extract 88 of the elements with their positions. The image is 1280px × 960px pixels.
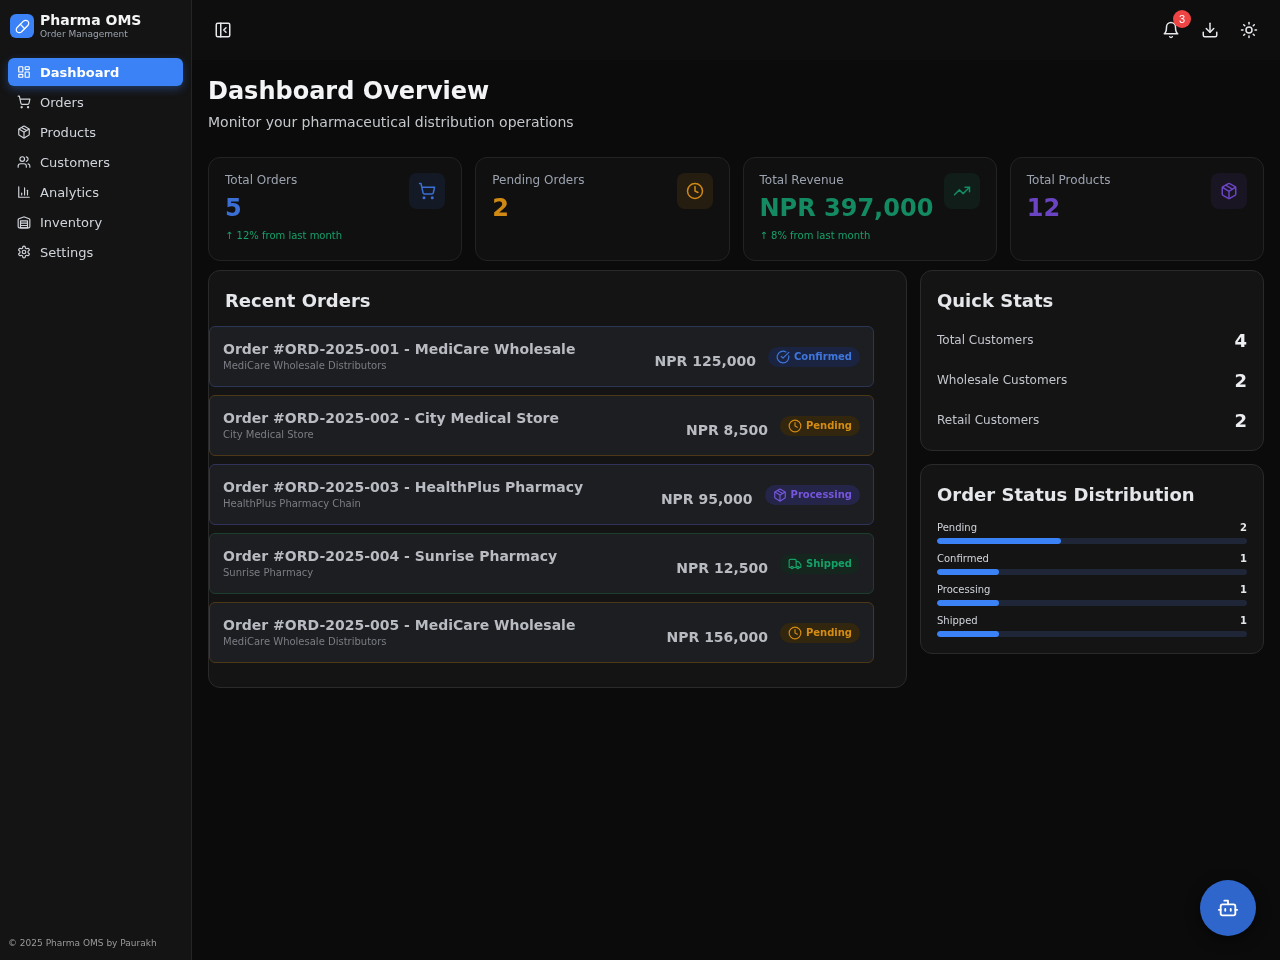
page-title: Dashboard Overview [208, 77, 491, 106]
status-label: Processing [790, 489, 852, 500]
copyright-text: © 2025 Pharma OMS by Paurakh [8, 938, 157, 948]
order-title: Order #ORD-2025-002 - City Medical Store [223, 410, 560, 427]
cart-icon [409, 173, 446, 209]
sidebar-item[interactable]: Orders [8, 88, 183, 116]
status-label: Pending [937, 522, 977, 534]
status-label: Pending [805, 420, 852, 431]
sidebar-item[interactable]: Settings [8, 238, 183, 266]
stat-label: Total Products [1026, 173, 1111, 188]
stat-label: Total Customers [937, 333, 1034, 347]
status-count: 1 [1240, 615, 1247, 627]
order-row[interactable]: Order #ORD-2025-005 - MediCare Wholesale MediCare Wholesale Distributors NPR 156,000 Pending [209, 602, 874, 663]
bell-icon [1162, 21, 1180, 39]
cart-icon [17, 95, 31, 109]
box-icon [1211, 173, 1247, 209]
panel-title: Recent Orders [224, 290, 372, 312]
stat-value: 12 [1026, 194, 1062, 223]
order-customer: Sunrise Pharmacy [223, 566, 315, 579]
dashboard-icon [17, 65, 31, 79]
stat-value: 5 [225, 194, 243, 223]
clock-icon [676, 173, 713, 209]
clock-icon [787, 418, 802, 433]
clock-icon [787, 625, 802, 640]
sidebar-item[interactable]: Analytics [8, 178, 183, 206]
order-row[interactable]: Order #ORD-2025-001 - MediCare Wholesale MediCare Wholesale Distributors NPR 125,000 Confirmed [209, 326, 874, 387]
panel-title: Order Status Distribution [937, 484, 1196, 506]
bar-chart-icon [17, 185, 31, 199]
users-icon [17, 155, 31, 169]
panel-collapse-icon [214, 21, 232, 39]
status-label: Confirmed [793, 351, 852, 362]
order-amount: NPR 156,000 [666, 628, 768, 645]
warehouse-icon [17, 215, 31, 229]
order-amount: NPR 8,500 [686, 421, 768, 438]
stat-trend: ↑ 8% from last month [759, 230, 872, 242]
order-amount: NPR 95,000 [660, 490, 753, 507]
status-label: Shipped [937, 615, 978, 627]
order-customer: MediCare Wholesale Distributors [223, 635, 388, 648]
check-circle-icon [775, 349, 790, 364]
status-label: Processing [937, 584, 991, 596]
sidebar-item[interactable]: Inventory [8, 208, 183, 236]
order-title: Order #ORD-2025-004 - Sunrise Pharmacy [223, 548, 559, 565]
panel-title: Quick Stats [937, 290, 1055, 312]
order-amount: NPR 125,000 [654, 352, 756, 369]
status-count: 1 [1240, 553, 1247, 565]
stat-label: Total Revenue [759, 173, 845, 188]
order-amount: NPR 12,500 [676, 559, 768, 576]
order-row[interactable]: Order #ORD-2025-002 - City Medical Store City Medical Store NPR 8,500 Pending [209, 395, 874, 456]
order-row[interactable]: Order #ORD-2025-003 - HealthPlus Pharmacy HealthPlus Pharmacy Chain NPR 95,000 Processing [209, 464, 874, 525]
stat-value: 2 [1234, 409, 1247, 431]
order-row[interactable]: Order #ORD-2025-004 - Sunrise Pharmacy Sunrise Pharmacy NPR 12,500 Shipped [209, 533, 874, 594]
assistant-button[interactable] [1200, 880, 1256, 936]
stat-trend: ↑ 12% from last month [225, 230, 343, 242]
order-title: Order #ORD-2025-003 - HealthPlus Pharmacy [223, 479, 585, 496]
order-customer: City Medical Store [223, 428, 315, 441]
stat-value: 4 [1234, 329, 1247, 351]
sun-icon [1240, 21, 1258, 39]
app-subtitle: Order Management [40, 29, 129, 40]
app-name: Pharma OMS [40, 12, 142, 29]
status-label: Pending [805, 627, 852, 638]
stat-label: Pending Orders [492, 173, 585, 188]
pill-icon [10, 14, 34, 38]
stat-label: Retail Customers [937, 413, 1040, 427]
settings-icon [17, 245, 31, 259]
notification-count: 3 [1173, 10, 1191, 28]
status-count: 1 [1240, 584, 1247, 596]
status-count: 2 [1240, 522, 1247, 534]
status-label: Shipped [806, 558, 852, 569]
box-icon [772, 487, 787, 502]
stat-value: NPR 397,000 [759, 194, 934, 223]
stat-value: 2 [1234, 369, 1247, 391]
status-label: Confirmed [937, 553, 989, 565]
robot-icon [1217, 897, 1239, 919]
truck-icon [788, 556, 802, 571]
sidebar-item[interactable]: Dashboard [8, 58, 183, 86]
trend-up-icon [943, 173, 980, 209]
stat-value: 2 [492, 194, 510, 223]
order-title: Order #ORD-2025-005 - MediCare Wholesale [223, 617, 577, 634]
stat-label: Total Orders [225, 173, 299, 188]
stat-label: Wholesale Customers [937, 373, 1068, 387]
order-customer: MediCare Wholesale Distributors [223, 359, 388, 372]
page-subtitle: Monitor your pharmaceutical distribution operations [208, 114, 575, 131]
order-title: Order #ORD-2025-001 - MediCare Wholesale [223, 341, 577, 358]
sidebar-item[interactable]: Products [8, 118, 183, 146]
download-icon [1201, 21, 1219, 39]
sidebar-item[interactable]: Customers [8, 148, 183, 176]
order-customer: HealthPlus Pharmacy Chain [223, 497, 362, 510]
box-icon [17, 125, 31, 139]
